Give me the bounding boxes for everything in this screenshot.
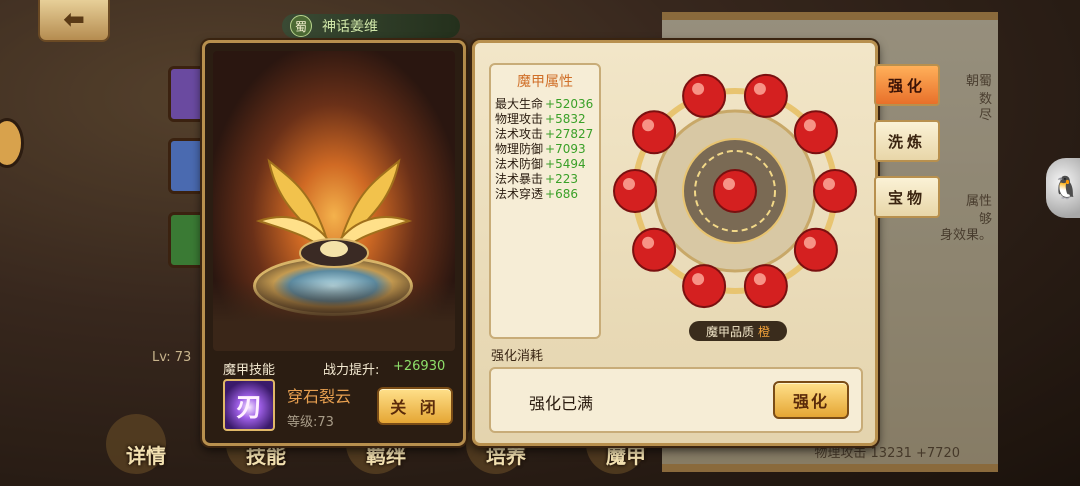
attribute-row: 法术攻击 +27827 (491, 127, 599, 142)
skill-level: 等级:73 (287, 415, 334, 430)
attribute-row: 法术防御 +5494 (491, 157, 599, 172)
scroll-text-line: 尽 (978, 108, 992, 123)
tab-refine[interactable]: 洗炼 (874, 120, 940, 162)
attribute-row: 法术暴击 +223 (491, 172, 599, 187)
red-gem-icon (813, 169, 857, 213)
tab-upgrade[interactable]: 强化 (874, 64, 940, 106)
attribute-value: +5832 (545, 112, 586, 126)
attribute-name: 法术攻击 (495, 127, 544, 141)
center-red-gem-icon (713, 169, 757, 213)
red-gem-icon (613, 169, 657, 213)
quality-label: 魔甲品质 (705, 324, 754, 339)
nav-details[interactable]: 详情 (96, 414, 196, 476)
scroll-text-line: 属性 (965, 194, 992, 209)
attribute-name: 最大生命 (495, 97, 544, 111)
scroll-text-line: 身效果。 (939, 228, 992, 243)
consume-box: 强化已满 强化 (489, 367, 863, 433)
attribute-value: +686 (545, 187, 578, 201)
red-gem-icon (743, 264, 788, 309)
red-gem-icon (632, 110, 677, 155)
arrow-left-icon: ⬅ (63, 5, 85, 35)
red-gem-icon (743, 73, 788, 118)
armor-preview-panel: 魔甲技能 战力提升: +26930 刃 穿石裂云 等级:73 关 闭 (202, 40, 466, 446)
attribute-row: 法术穿透 +686 (491, 187, 599, 202)
tab-treasure[interactable]: 宝物 (874, 176, 940, 218)
attribute-value: +223 (545, 172, 578, 186)
power-value: +26930 (393, 359, 446, 374)
red-gem-icon (682, 264, 727, 309)
consume-label: 强化消耗 (491, 349, 544, 364)
red-gem-icon (793, 110, 838, 155)
kingdom-badge: 蜀 (290, 15, 312, 37)
attribute-title: 魔甲属性 (517, 74, 573, 90)
skill-glyph: 刃 (235, 392, 262, 423)
skill-name: 穿石裂云 (287, 387, 352, 406)
attribute-name: 法术防御 (495, 157, 544, 171)
attribute-value: +5494 (545, 157, 586, 171)
power-label: 战力提升: (323, 363, 380, 378)
quality-tag: 魔甲品质 橙 (689, 321, 787, 341)
consume-text: 强化已满 (529, 394, 594, 413)
hero-level: Lv: 73 (152, 350, 192, 365)
armor-upgrade-panel: 魔甲属性 最大生命 +52036 物理攻击 +5832 法术攻击 +27827 … (472, 40, 878, 446)
attribute-name: 物理攻击 (495, 112, 544, 126)
gem-wheel (613, 73, 857, 309)
armor-helmet-icon (255, 158, 413, 268)
quality-value: 橙 (758, 324, 771, 339)
red-gem-icon (793, 227, 838, 272)
attribute-name: 法术穿透 (495, 187, 544, 201)
hero-title-bar: 蜀 神话姜维 (282, 14, 460, 38)
attribute-name: 法术暴击 (495, 172, 544, 186)
scroll-text-line: 朝蜀 (965, 74, 992, 89)
attribute-value: +52036 (545, 97, 594, 111)
upgrade-button[interactable]: 强化 (773, 381, 849, 419)
penguin-icon[interactable]: 🐧 (1046, 158, 1080, 218)
skill-icon[interactable]: 刃 (223, 379, 275, 431)
attribute-value: +27827 (545, 127, 594, 141)
attribute-row: 最大生命 +52036 (491, 97, 599, 112)
red-gem-icon (682, 73, 727, 118)
attribute-value: +7093 (545, 142, 586, 156)
back-button[interactable]: ⬅ (38, 0, 110, 42)
close-button[interactable]: 关 闭 (377, 387, 453, 425)
skill-header: 魔甲技能 (223, 363, 276, 378)
hero-title: 神话姜维 (322, 19, 378, 35)
red-gem-icon (632, 227, 677, 272)
attribute-name: 物理防御 (495, 142, 544, 156)
attribute-box: 魔甲属性 最大生命 +52036 物理攻击 +5832 法术攻击 +27827 … (489, 63, 601, 339)
attribute-row: 物理防御 +7093 (491, 142, 599, 157)
stage-rocks (213, 281, 455, 351)
armor-stage (213, 51, 455, 351)
attribute-row: 物理攻击 +5832 (491, 112, 599, 127)
